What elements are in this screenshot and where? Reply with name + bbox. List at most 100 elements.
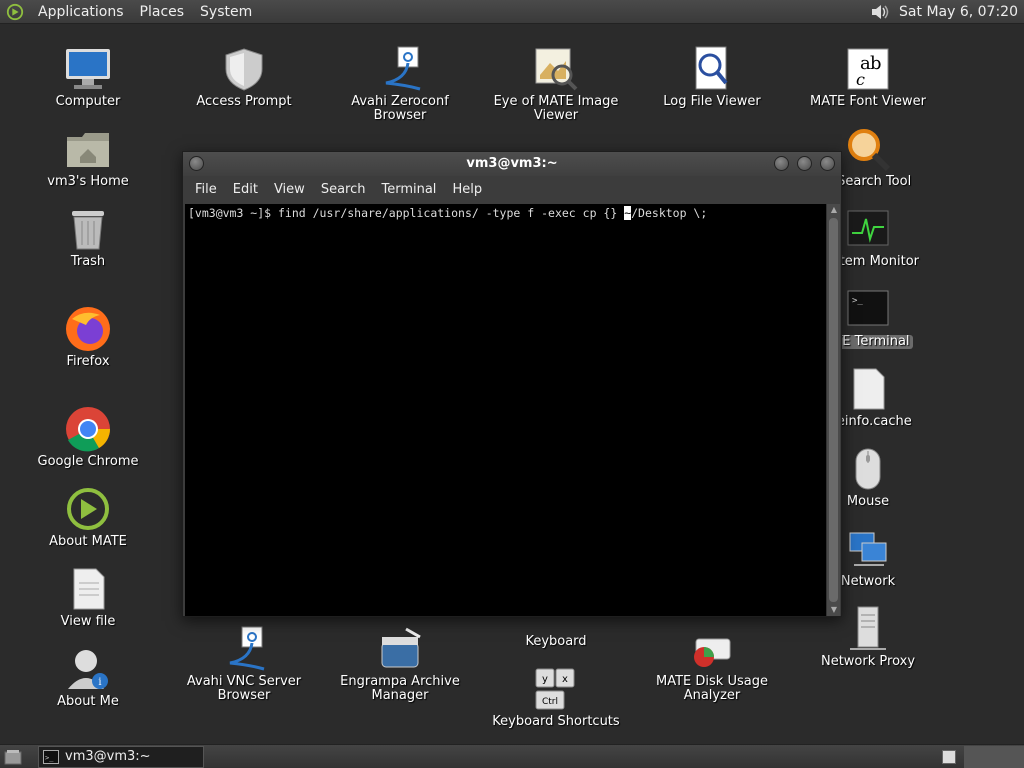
menu-view[interactable]: View — [266, 182, 313, 197]
network-icon — [844, 525, 892, 573]
mouse-icon — [844, 445, 892, 493]
svg-text:>_: >_ — [45, 754, 54, 762]
menu-help[interactable]: Help — [444, 182, 490, 197]
desktop-icon-font-viewer[interactable]: abc MATE Font Viewer — [798, 45, 938, 109]
desktop-icon-firefox[interactable]: Firefox — [18, 305, 158, 369]
desktop-icon-label: Trash — [70, 254, 106, 269]
desktop-icon-label: Google Chrome — [37, 454, 139, 469]
svg-text:>_: >_ — [852, 296, 863, 306]
log-viewer-icon — [688, 45, 736, 93]
terminal-command-line: [vm3@vm3 ~]$ find /usr/share/application… — [185, 204, 827, 222]
terminal-output[interactable]: [vm3@vm3 ~]$ find /usr/share/application… — [185, 204, 827, 616]
svg-text:x: x — [562, 674, 568, 685]
command-text-rest: /Desktop \; — [631, 206, 708, 220]
scroll-thumb[interactable] — [829, 218, 838, 602]
desktop-icon-view-file[interactable]: View file — [18, 565, 158, 629]
taskbar-label: vm3@vm3:~ — [65, 749, 151, 764]
image-viewer-icon — [532, 45, 580, 93]
network-cable-icon — [220, 625, 268, 673]
system-menu[interactable]: System — [192, 1, 260, 23]
workspace-switcher[interactable] — [942, 749, 956, 764]
desktop-icon-label: MATE Disk Usage Analyzer — [656, 674, 768, 703]
keyboard-shortcuts-icon: y x Ctrl — [532, 665, 580, 713]
desktop-icon-engrampa[interactable]: Engrampa Archive Manager — [330, 625, 470, 703]
svg-text:b: b — [870, 53, 882, 74]
close-button[interactable] — [820, 156, 835, 171]
search-icon — [844, 125, 892, 173]
chrome-icon — [64, 405, 112, 453]
svg-text:Ctrl: Ctrl — [542, 697, 558, 707]
mate-logo-icon[interactable] — [6, 3, 24, 21]
desktop-icon-keyboard-shortcuts[interactable]: y x Ctrl Keyboard Shortcuts — [486, 665, 626, 729]
mate-about-icon — [64, 485, 112, 533]
show-desktop-icon[interactable] — [4, 749, 22, 765]
desktop-icon-log-viewer[interactable]: Log File Viewer — [642, 45, 782, 109]
desktop-icon-label: Eye of MATE Image Viewer — [493, 94, 619, 123]
maximize-button[interactable] — [797, 156, 812, 171]
svg-text:c: c — [856, 70, 865, 89]
desktop-icon-avahi-vnc[interactable]: Avahi VNC Server Browser — [174, 625, 314, 703]
desktop-icon-label: Log File Viewer — [663, 94, 761, 109]
trash-icon — [64, 205, 112, 253]
terminal-icon: >_ — [844, 285, 892, 333]
menu-search[interactable]: Search — [313, 182, 374, 197]
scroll-up-arrow-icon[interactable]: ▲ — [829, 205, 839, 215]
desktop-icon-about-mate[interactable]: About MATE — [18, 485, 158, 549]
desktop-icon-label: Computer — [55, 94, 121, 109]
desktop-icon-label: View file — [60, 614, 116, 629]
command-text: [vm3@vm3 ~]$ find /usr/share/application… — [188, 206, 625, 220]
computer-icon — [64, 45, 112, 93]
file-icon — [844, 365, 892, 413]
places-menu[interactable]: Places — [132, 1, 193, 23]
home-folder-icon — [64, 125, 112, 173]
desktop-icon-label: Avahi Zeroconf Browser — [351, 94, 449, 123]
desktop-icon-label: vm3's Home — [47, 174, 129, 189]
top-panel: Applications Places System Sat May 6, 07… — [0, 0, 1024, 24]
bottom-panel: >_ vm3@vm3:~ — [0, 744, 1024, 768]
desktop-icon-access-prompt[interactable]: Access Prompt — [174, 45, 314, 109]
desktop-icon-disk-usage[interactable]: MATE Disk Usage Analyzer — [642, 625, 782, 703]
desktop-icon-eye-of-mate[interactable]: Eye of MATE Image Viewer — [486, 45, 626, 123]
document-icon — [64, 565, 112, 613]
svg-text:i: i — [98, 677, 101, 688]
terminal-scrollbar[interactable]: ▲ ▼ — [826, 204, 840, 616]
server-icon — [844, 605, 892, 653]
scroll-down-arrow-icon[interactable]: ▼ — [829, 605, 839, 615]
desktop-icon-trash[interactable]: Trash — [18, 205, 158, 269]
panel-tray — [964, 745, 1024, 768]
desktop-icon-about-me[interactable]: i About Me — [18, 645, 158, 709]
desktop-icon-home[interactable]: vm3's Home — [18, 125, 158, 189]
shield-icon — [220, 45, 268, 93]
taskbar-terminal-button[interactable]: >_ vm3@vm3:~ — [38, 745, 204, 768]
desktop-icon-label: Access Prompt — [196, 94, 292, 109]
terminal-icon: >_ — [43, 749, 59, 764]
desktop-icon-label: Network Proxy — [820, 654, 916, 669]
disk-usage-icon — [688, 625, 736, 673]
archive-manager-icon — [376, 625, 424, 673]
desktop-icon-chrome[interactable]: Google Chrome — [18, 405, 158, 469]
menu-edit[interactable]: Edit — [225, 182, 266, 197]
volume-icon[interactable] — [869, 3, 891, 21]
terminal-window[interactable]: vm3@vm3:~ File Edit View Search Terminal… — [182, 151, 842, 617]
firefox-icon — [64, 305, 112, 353]
menu-file[interactable]: File — [187, 182, 225, 197]
desktop-icon-label: About Me — [57, 694, 119, 709]
desktop-icon-label: Avahi VNC Server Browser — [186, 674, 302, 703]
desktop-icon-label: Network — [840, 574, 896, 589]
network-cable-icon — [376, 45, 424, 93]
desktop-icon-computer[interactable]: Computer — [18, 45, 158, 109]
menu-terminal[interactable]: Terminal — [373, 182, 444, 197]
desktop-icon-label: MATE Font Viewer — [809, 94, 927, 109]
applications-menu[interactable]: Applications — [30, 1, 132, 23]
desktop-icon-label: Mouse — [846, 494, 890, 509]
font-viewer-icon: abc — [844, 45, 892, 93]
svg-text:y: y — [542, 674, 548, 685]
minimize-button[interactable] — [774, 156, 789, 171]
terminal-titlebar[interactable]: vm3@vm3:~ — [183, 152, 841, 176]
desktop-icon-label: Keyboard — [525, 634, 587, 649]
clock[interactable]: Sat May 6, 07:20 — [891, 4, 1024, 20]
desktop-icon-avahi-zeroconf[interactable]: Avahi Zeroconf Browser — [330, 45, 470, 123]
terminal-title: vm3@vm3:~ — [466, 156, 558, 171]
desktop-icon-label: Firefox — [66, 354, 110, 369]
desktop-icon-label: About MATE — [49, 534, 127, 549]
